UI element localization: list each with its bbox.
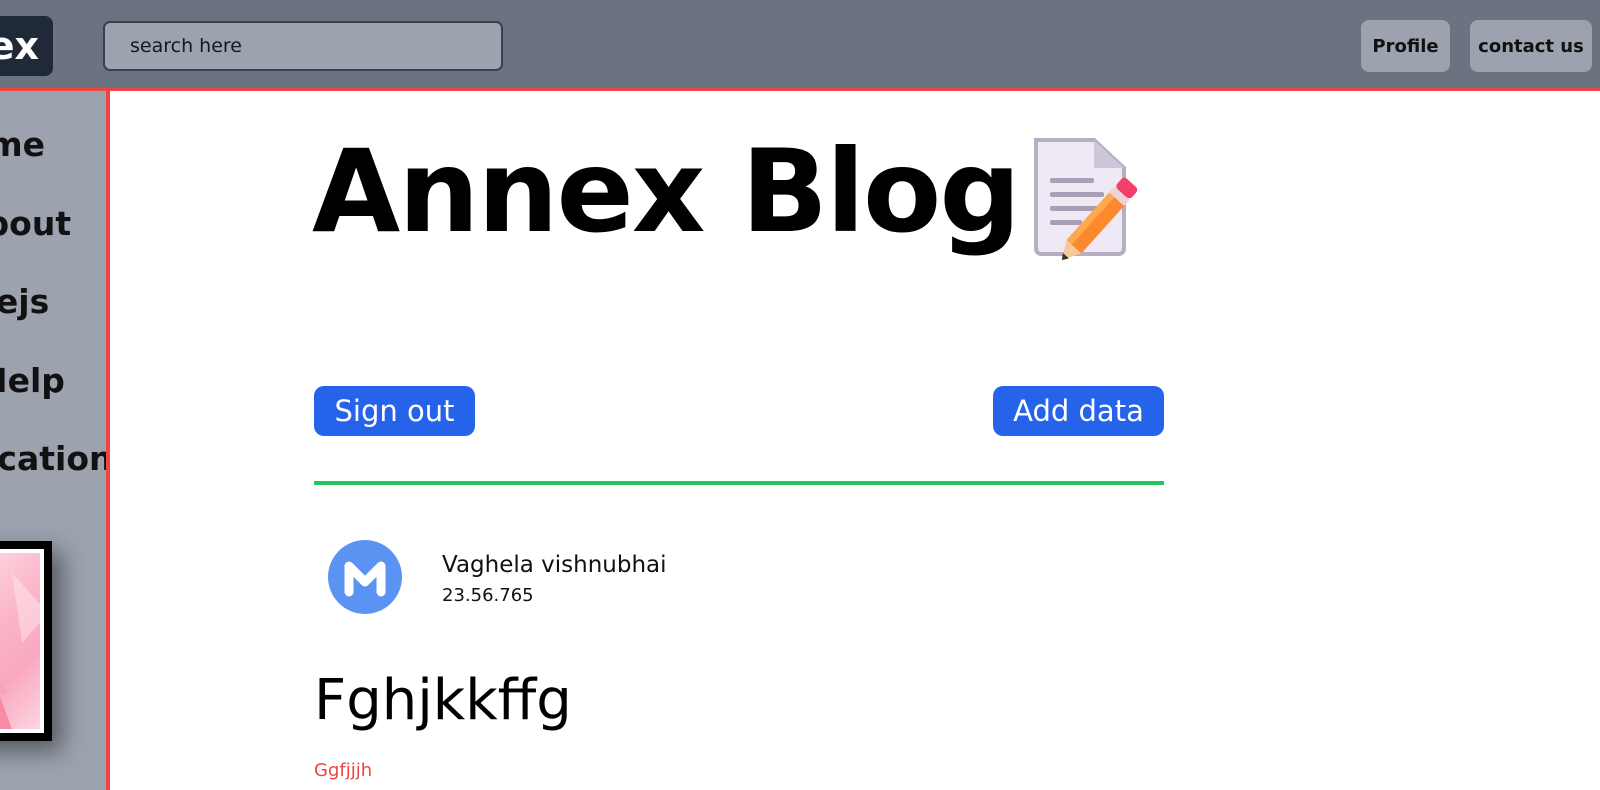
top-navbar: ex Profile contact us [0, 0, 1600, 88]
profile-button[interactable]: Profile [1361, 20, 1450, 72]
add-data-button[interactable]: Add data [993, 386, 1164, 436]
sidebar-image [0, 553, 40, 729]
page-title: Annex Blog [312, 125, 1021, 258]
sidebar-item-about[interactable]: About [0, 204, 71, 243]
search-input[interactable] [103, 21, 503, 71]
site-logo[interactable]: ex [0, 16, 53, 76]
sidebar-item-application[interactable]: Application [0, 439, 106, 478]
sidebar-image-card [0, 541, 52, 741]
post-date: 23.56.765 [442, 585, 534, 606]
header-divider [0, 88, 1600, 91]
sign-out-button[interactable]: Sign out [314, 386, 475, 436]
sidebar: Home About Nodejs Help Application [0, 91, 110, 790]
memo-pencil-icon [1032, 136, 1152, 261]
author-name: Vaghela vishnubhai [442, 552, 667, 578]
content-divider [314, 481, 1164, 485]
m-logo-icon [344, 561, 386, 597]
sidebar-item-help[interactable]: Help [0, 361, 65, 400]
sidebar-item-nodejs[interactable]: Nodejs [0, 282, 49, 321]
post-title[interactable]: Fghjkkffg [314, 668, 572, 733]
post-subtitle: Ggfjjjh [314, 760, 373, 781]
sidebar-item-home[interactable]: Home [0, 125, 45, 164]
avatar [328, 540, 402, 614]
contact-us-button[interactable]: contact us [1470, 20, 1592, 72]
